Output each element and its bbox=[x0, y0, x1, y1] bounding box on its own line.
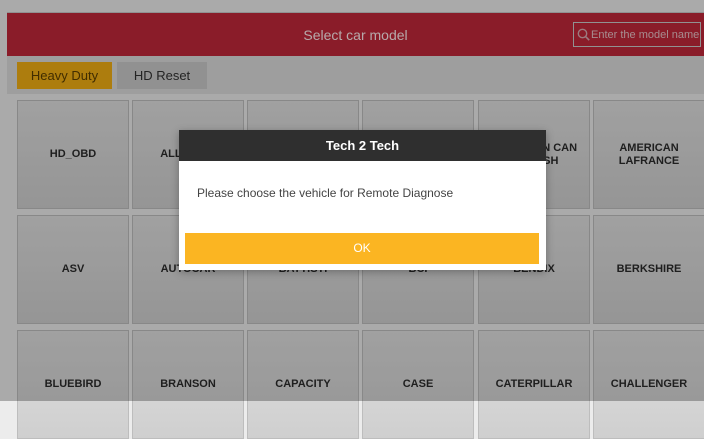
ok-button[interactable]: OK bbox=[185, 233, 539, 264]
remote-diagnose-dialog: Tech 2 Tech Please choose the vehicle fo… bbox=[179, 130, 546, 270]
dialog-message: Please choose the vehicle for Remote Dia… bbox=[197, 186, 454, 200]
dialog-title: Tech 2 Tech bbox=[179, 130, 546, 161]
